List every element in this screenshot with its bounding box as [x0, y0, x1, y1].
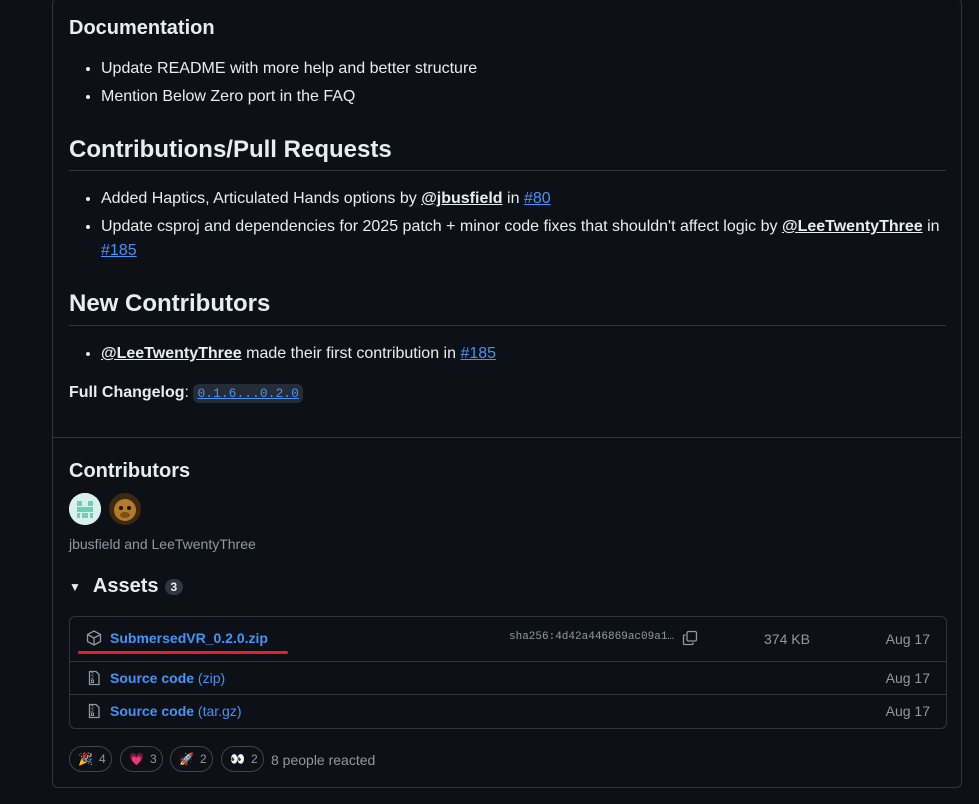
reactions-summary: 8 people reacted: [271, 752, 376, 768]
assets-toggle[interactable]: ▼ Assets 3: [69, 575, 184, 598]
asset-date: Aug 17: [885, 631, 930, 647]
new-contributors-list: @LeeTwentyThree made their first contrib…: [69, 342, 496, 370]
profile-picture-icon: [109, 493, 141, 525]
eyes-icon: 👀: [230, 752, 245, 766]
avatar-jbusfield[interactable]: [69, 493, 101, 525]
documentation-list: Update README with more help and better …: [69, 57, 477, 113]
asset-row: Source code (zip) Aug 17: [70, 661, 946, 694]
new-contributors-heading: New Contributors: [69, 290, 271, 317]
reaction-heart-button[interactable]: 💗 3: [120, 746, 163, 772]
user-link-leetwentythree[interactable]: @LeeTwentyThree: [782, 218, 923, 235]
rocket-icon: 🚀: [179, 752, 194, 766]
asset-date: Aug 17: [885, 703, 930, 719]
identicon-icon: [69, 493, 101, 525]
pr-link-80[interactable]: #80: [524, 190, 551, 207]
heading-rule: [69, 170, 946, 171]
list-item: Mention Below Zero port in the FAQ: [101, 85, 477, 109]
copy-icon[interactable]: [682, 630, 698, 651]
reaction-rocket-button[interactable]: 🚀 2: [170, 746, 213, 772]
list-item: Update README with more help and better …: [101, 57, 477, 81]
avatar-leetwentythree[interactable]: [109, 493, 141, 525]
red-underline-annotation: [78, 651, 288, 654]
contributors-heading: Contributors: [69, 460, 191, 482]
contributors-names: jbusfield and LeeTwentyThree: [69, 536, 256, 552]
user-link-leetwentythree[interactable]: @LeeTwentyThree: [101, 345, 242, 362]
assets-count-badge: 3: [164, 578, 184, 595]
package-icon: [86, 630, 102, 651]
triangle-down-icon: ▼: [69, 579, 81, 594]
documentation-heading: Documentation: [69, 17, 215, 39]
file-zip-icon: [86, 670, 102, 691]
assets-list: SubmersedVR_0.2.0.zip sha256:4d42a446869…: [69, 616, 947, 729]
asset-row: Source code (tar.gz) Aug 17: [70, 694, 946, 727]
contributions-heading: Contributions/Pull Requests: [69, 136, 392, 163]
source-code-zip-link[interactable]: Source code (zip): [110, 670, 225, 686]
file-zip-icon: [86, 703, 102, 724]
contributions-list: Added Haptics, Articulated Hands options…: [69, 187, 946, 267]
asset-link-zip[interactable]: SubmersedVR_0.2.0.zip: [110, 630, 268, 646]
changelog-compare-link[interactable]: 0.1.6...0.2.0: [193, 384, 303, 403]
asset-size: 374 KB: [764, 631, 810, 647]
user-link-jbusfield[interactable]: @jbusfield: [421, 190, 502, 207]
list-item: @LeeTwentyThree made their first contrib…: [101, 342, 496, 366]
full-changelog: Full Changelog: 0.1.6...0.2.0: [69, 384, 303, 403]
asset-row: SubmersedVR_0.2.0.zip sha256:4d42a446869…: [70, 617, 946, 661]
asset-date: Aug 17: [885, 670, 930, 686]
heart-icon: 💗: [129, 752, 144, 766]
reaction-tada-button[interactable]: 🎉 4: [69, 746, 112, 772]
pr-link-185[interactable]: #185: [460, 345, 496, 362]
card-divider: [53, 437, 962, 438]
source-code-targz-link[interactable]: Source code (tar.gz): [110, 703, 242, 719]
assets-heading: Assets: [92, 575, 159, 597]
list-item: Update csproj and dependencies for 2025 …: [101, 215, 946, 263]
reaction-eyes-button[interactable]: 👀 2: [221, 746, 264, 772]
tada-icon: 🎉: [78, 752, 93, 766]
pr-link-185[interactable]: #185: [101, 242, 137, 259]
heading-rule: [69, 325, 946, 326]
asset-sha: sha256:4d42a446869ac09a1…: [509, 631, 675, 643]
list-item: Added Haptics, Articulated Hands options…: [101, 187, 946, 211]
